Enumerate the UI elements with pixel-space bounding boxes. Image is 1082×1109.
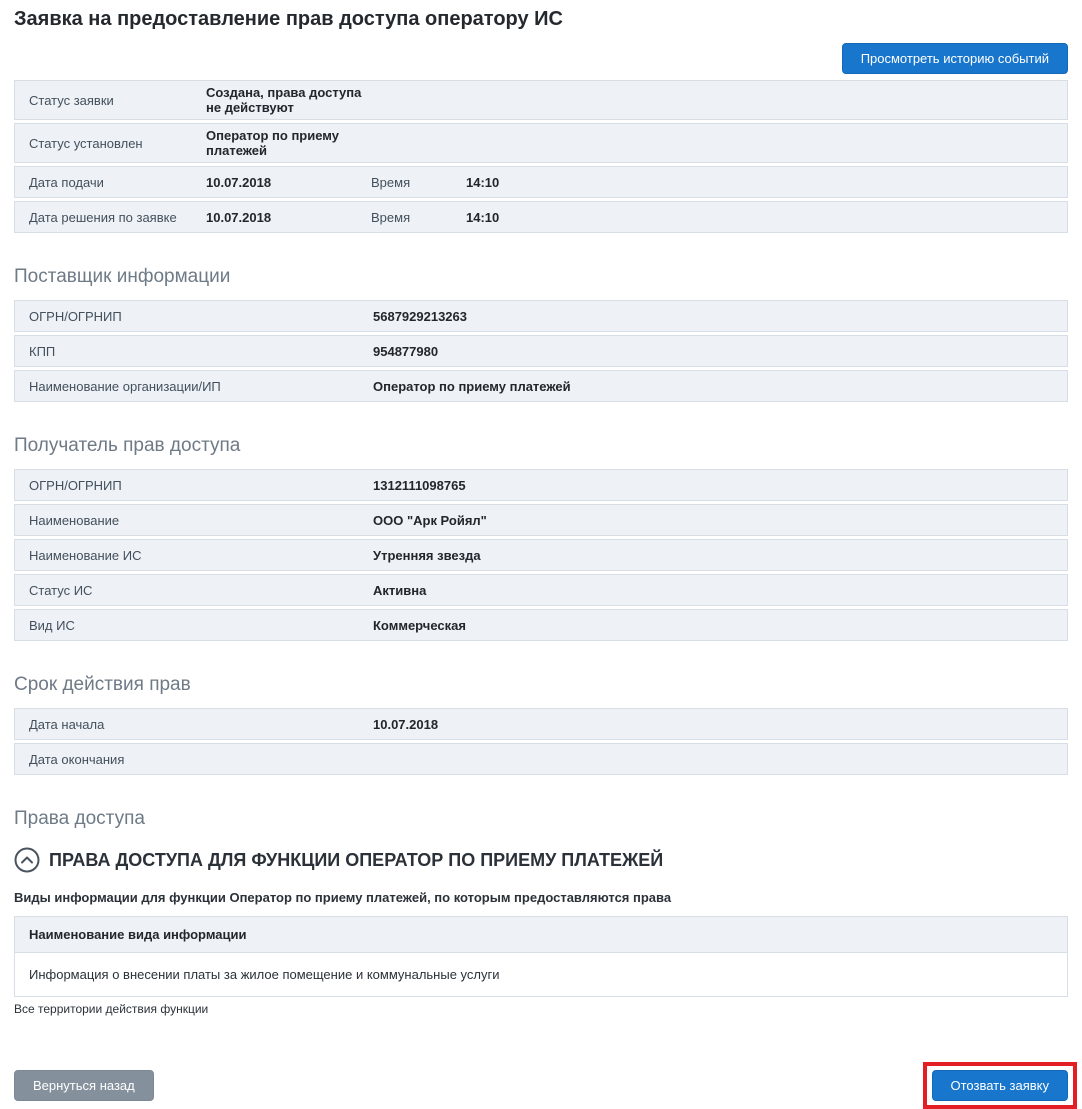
time-label: Время: [371, 175, 466, 190]
table-row: Дата подачи 10.07.2018 Время 14:10: [14, 166, 1068, 198]
row-label: Наименование: [15, 513, 373, 528]
chevron-up-circle-icon: [14, 847, 40, 873]
row-value: Создана, права доступа не действуют: [206, 85, 371, 115]
validity-section-heading: Срок действия прав: [14, 674, 1068, 696]
row-label: ОГРН/ОГРНИП: [15, 478, 373, 493]
table-row: Статус ИС Активна: [14, 574, 1068, 606]
row-value: Активна: [373, 583, 426, 598]
table-row: Дата окончания: [14, 743, 1068, 775]
provider-table: ОГРН/ОГРНИП 5687929213263 КПП 954877980 …: [14, 300, 1068, 402]
row-value: 5687929213263: [373, 309, 467, 324]
highlight-box: Отозвать заявку: [923, 1062, 1077, 1109]
footer-actions: Вернуться назад Отозвать заявку: [14, 1062, 1068, 1109]
table-row: ОГРН/ОГРНИП 1312111098765: [14, 469, 1068, 501]
request-page: Заявка на предоставление прав доступа оп…: [0, 0, 1082, 1109]
time-value: 14:10: [466, 175, 499, 190]
row-value: 10.07.2018: [373, 717, 438, 732]
table-row: Статус установлен Оператор по приему пла…: [14, 123, 1068, 163]
table-row: Информация о внесении платы за жилое пом…: [14, 953, 1068, 997]
view-history-button[interactable]: Просмотреть историю событий: [842, 43, 1068, 74]
territories-note: Все территории действия функции: [14, 1002, 1068, 1016]
access-rights-collapse-toggle[interactable]: ПРАВА ДОСТУПА ДЛЯ ФУНКЦИИ ОПЕРАТОР ПО ПР…: [14, 847, 1068, 873]
row-value: Коммерческая: [373, 618, 466, 633]
table-row: Дата начала 10.07.2018: [14, 708, 1068, 740]
row-label: Дата решения по заявке: [15, 210, 206, 225]
row-value: ООО "Арк Ройял": [373, 513, 487, 528]
row-value: Оператор по приему платежей: [373, 379, 571, 394]
row-label: Статус установлен: [15, 136, 206, 151]
row-label: Наименование ИС: [15, 548, 373, 563]
revoke-request-button[interactable]: Отозвать заявку: [932, 1070, 1068, 1101]
recipient-table: ОГРН/ОГРНИП 1312111098765 Наименование О…: [14, 469, 1068, 641]
row-value: 10.07.2018: [206, 175, 371, 190]
row-label: КПП: [15, 344, 373, 359]
table-row: КПП 954877980: [14, 335, 1068, 367]
back-button[interactable]: Вернуться назад: [14, 1070, 154, 1101]
top-actions: Просмотреть историю событий: [14, 43, 1068, 74]
row-value: Оператор по приему платежей: [206, 128, 371, 158]
row-value: 954877980: [373, 344, 438, 359]
table-row: ОГРН/ОГРНИП 5687929213263: [14, 300, 1068, 332]
request-status-table: Статус заявки Создана, права доступа не …: [14, 80, 1068, 233]
info-types-table: Наименование вида информации Информация …: [14, 916, 1068, 997]
row-label: Вид ИС: [15, 618, 373, 633]
table-row: Наименование организации/ИП Оператор по …: [14, 370, 1068, 402]
table-row: Дата решения по заявке 10.07.2018 Время …: [14, 201, 1068, 233]
info-types-description: Виды информации для функции Оператор по …: [14, 890, 1068, 905]
provider-section-heading: Поставщик информации: [14, 266, 1068, 288]
time-label: Время: [371, 210, 466, 225]
row-value: 10.07.2018: [206, 210, 371, 225]
table-row: Вид ИС Коммерческая: [14, 609, 1068, 641]
access-rights-section-heading: Права доступа: [14, 808, 1068, 830]
row-value: 1312111098765: [373, 478, 466, 493]
row-label: Дата окончания: [15, 752, 373, 767]
page-title: Заявка на предоставление прав доступа оп…: [14, 0, 1068, 31]
row-label: Дата подачи: [15, 175, 206, 190]
recipient-section-heading: Получатель прав доступа: [14, 435, 1068, 457]
row-label: ОГРН/ОГРНИП: [15, 309, 373, 324]
validity-table: Дата начала 10.07.2018 Дата окончания: [14, 708, 1068, 775]
row-label: Статус заявки: [15, 93, 206, 108]
table-row: Статус заявки Создана, права доступа не …: [14, 80, 1068, 120]
info-types-column-header: Наименование вида информации: [14, 916, 1068, 953]
table-row: Наименование ООО "Арк Ройял": [14, 504, 1068, 536]
row-label: Наименование организации/ИП: [15, 379, 373, 394]
row-label: Дата начала: [15, 717, 373, 732]
table-row: Наименование ИС Утренняя звезда: [14, 539, 1068, 571]
row-value: Утренняя звезда: [373, 548, 481, 563]
function-rights-title: ПРАВА ДОСТУПА ДЛЯ ФУНКЦИИ ОПЕРАТОР ПО ПР…: [49, 850, 663, 871]
row-label: Статус ИС: [15, 583, 373, 598]
time-value: 14:10: [466, 210, 499, 225]
